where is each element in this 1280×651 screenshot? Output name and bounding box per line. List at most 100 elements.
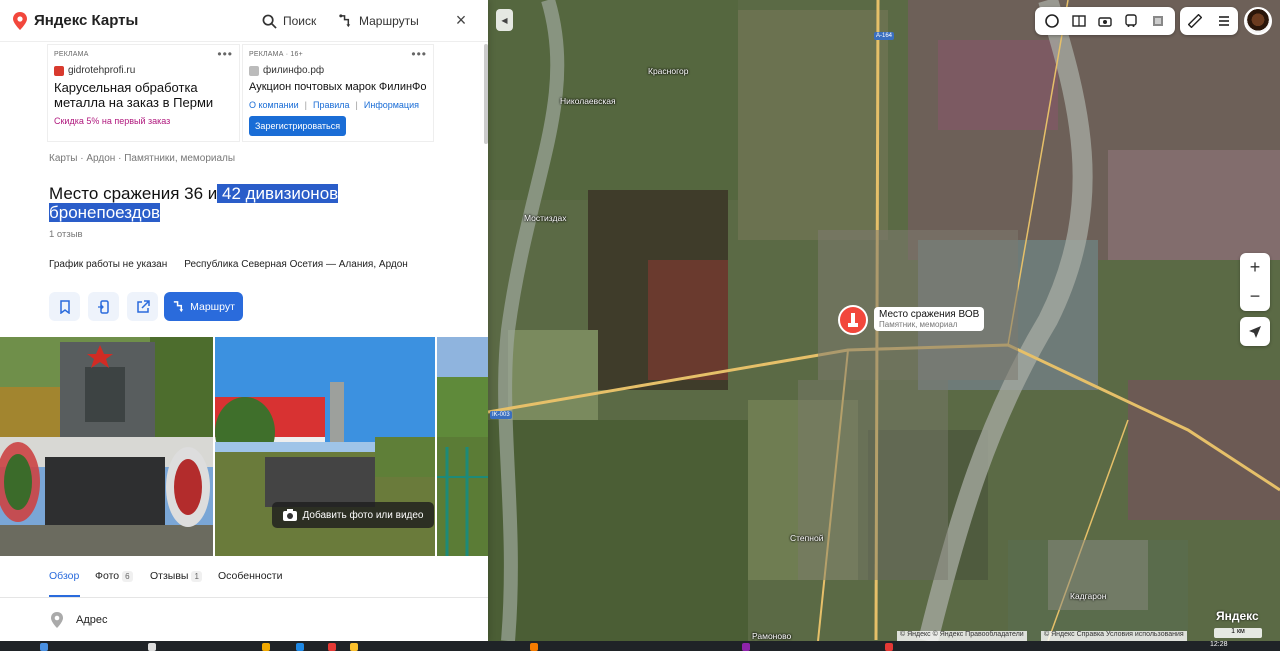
my-location-button[interactable] — [1240, 317, 1270, 346]
ad-title[interactable]: Аукцион почтовых марок ФилинФо — [249, 80, 427, 95]
collapse-panel-button[interactable]: ◀ — [496, 9, 513, 31]
app-root: Яндекс Карты Поиск Маршруты × РЕКЛАМА ••… — [0, 0, 1280, 651]
taskbar-clock[interactable]: 12:28 — [1210, 641, 1228, 648]
tab-count: 6 — [122, 571, 133, 582]
search-icon — [262, 14, 277, 29]
map-tools-toolbar — [1180, 7, 1238, 35]
tab-photos[interactable]: Фото 6 — [95, 570, 133, 582]
tab-reviews[interactable]: Отзывы 1 — [150, 570, 202, 582]
taskbar-app-icon[interactable] — [328, 643, 336, 651]
photo-1[interactable] — [0, 337, 213, 556]
breadcrumb-item[interactable]: Ардон — [86, 153, 115, 164]
add-photo-button[interactable]: Добавить фото или видео — [272, 502, 434, 528]
layers-icon[interactable] — [1044, 13, 1060, 29]
tab-overview[interactable]: Обзор — [49, 570, 79, 582]
address-section: Адрес — [50, 612, 108, 628]
place-label: Кадгарон — [1070, 591, 1107, 601]
zoom-out-button[interactable]: − — [1240, 282, 1270, 311]
routes-button[interactable]: Маршруты — [338, 11, 419, 31]
add-photo-label: Добавить фото или видео — [302, 509, 424, 521]
ad-subtitle: Скидка 5% на первый заказ — [54, 116, 171, 126]
ad-card-1[interactable]: РЕКЛАМА ••• gidrotehprofi.ru Карусельная… — [47, 44, 240, 142]
taskbar-app-icon[interactable] — [742, 643, 750, 651]
taskbar-app-icon[interactable] — [296, 643, 304, 651]
ruler-icon[interactable] — [1187, 13, 1203, 29]
zoom-control: + − — [1240, 253, 1270, 311]
site-favicon-icon — [54, 65, 64, 76]
place-panel: Яндекс Карты Поиск Маршруты × РЕКЛАМА ••… — [0, 0, 488, 641]
bookmark-button[interactable] — [49, 292, 80, 321]
marker-label[interactable]: Место сражения ВОВ Памятник, мемориал — [874, 307, 985, 331]
panel-scrollbar[interactable] — [484, 44, 488, 144]
yandex-logo[interactable]: Яндекс — [1216, 609, 1259, 623]
ad-site: gidrotehprofi.ru — [68, 65, 136, 76]
map-scale: 1 км — [1214, 628, 1262, 638]
map-pin-logo-icon[interactable] — [13, 12, 27, 30]
route-icon — [339, 13, 351, 27]
ad-site: филинфо.рф — [263, 65, 325, 76]
menu-icon[interactable] — [1216, 13, 1232, 29]
zoom-in-button[interactable]: + — [1240, 253, 1270, 282]
camera-icon[interactable] — [1097, 13, 1113, 29]
place-marker[interactable] — [838, 305, 868, 335]
tab-features[interactable]: Особенности — [218, 570, 282, 582]
ad-label: РЕКЛАМА · 16+ — [249, 51, 303, 58]
taskbar-app-icon[interactable] — [530, 643, 538, 651]
tab-label: Особенности — [218, 570, 283, 582]
terms-links[interactable]: © Яндекс Справка Условия использования — [1041, 631, 1187, 641]
brand-title[interactable]: Яндекс Карты — [34, 12, 138, 29]
ad-menu-icon[interactable]: ••• — [217, 47, 233, 61]
map-layers-toolbar — [1035, 7, 1175, 35]
user-avatar[interactable] — [1244, 7, 1272, 35]
share-button[interactable] — [127, 292, 158, 321]
search-label: Поиск — [283, 14, 317, 28]
taskbar-app-icon[interactable] — [885, 643, 893, 651]
address-heading: Адрес — [76, 614, 108, 626]
road-sign: IK-003 — [490, 411, 512, 419]
ad-title[interactable]: Карусельная обработка металла на заказ в… — [54, 80, 233, 110]
tab-label: Фото — [95, 570, 120, 582]
road-sign: A-164 — [874, 32, 895, 40]
address-text: Республика Северная Осетия — Алания, Ард… — [184, 259, 408, 270]
ad-link[interactable]: О компании — [249, 100, 299, 110]
ad-menu-icon[interactable]: ••• — [411, 47, 427, 61]
taskbar-app-icon[interactable] — [262, 643, 270, 651]
place-label: Степной — [790, 533, 824, 543]
ad-link[interactable]: Информация — [364, 100, 419, 110]
send-to-phone-button[interactable] — [88, 292, 119, 321]
info-row: График работы не указан Республика Север… — [49, 259, 408, 270]
traffic-icon[interactable] — [1150, 13, 1166, 29]
place-label: Рамоново — [752, 631, 792, 641]
routes-label: Маршруты — [359, 14, 419, 28]
reviews-count[interactable]: 1 отзыв — [49, 229, 83, 240]
close-panel-button[interactable]: × — [454, 11, 468, 29]
phone-icon — [97, 299, 109, 314]
marker-category: Памятник, мемориал — [879, 320, 958, 329]
transport-icon[interactable] — [1123, 13, 1139, 29]
taskbar-app-icon[interactable] — [148, 643, 156, 651]
route-button[interactable]: Маршрут — [164, 292, 243, 321]
tab-count: 1 — [191, 571, 202, 582]
camera-icon — [282, 509, 297, 521]
share-icon — [136, 299, 150, 313]
taskbar-app-icon[interactable] — [40, 643, 48, 651]
panorama-icon[interactable] — [1071, 13, 1087, 29]
breadcrumb-item[interactable]: Памятники, мемориалы — [124, 153, 235, 164]
ad-label: РЕКЛАМА — [54, 51, 89, 58]
place-label: Николаевская — [560, 96, 616, 106]
search-button[interactable]: Поиск — [262, 11, 316, 31]
tab-label: Отзывы — [150, 570, 189, 582]
top-bar: Яндекс Карты Поиск Маршруты × — [0, 0, 488, 42]
route-label: Маршрут — [190, 300, 235, 313]
ad-link[interactable]: Правила — [313, 100, 350, 110]
ad-card-2[interactable]: РЕКЛАМА · 16+ ••• филинфо.рф Аукцион поч… — [242, 44, 434, 142]
active-tab-indicator — [49, 595, 80, 597]
breadcrumb-item[interactable]: Карты — [49, 153, 78, 164]
page-title: Место сражения 36 и 42 дивизионов бронеп… — [49, 184, 379, 222]
register-button[interactable]: Зарегистрироваться — [249, 116, 347, 136]
copyright-link[interactable]: © Яндекс © Яндекс Правообладатели — [897, 631, 1027, 641]
photo-3[interactable] — [437, 337, 488, 556]
tabs-bar: Обзор Фото 6 Отзывы 1 Особенности — [0, 562, 488, 598]
os-taskbar: 12:28 — [0, 641, 1280, 651]
taskbar-app-icon[interactable] — [350, 643, 358, 651]
